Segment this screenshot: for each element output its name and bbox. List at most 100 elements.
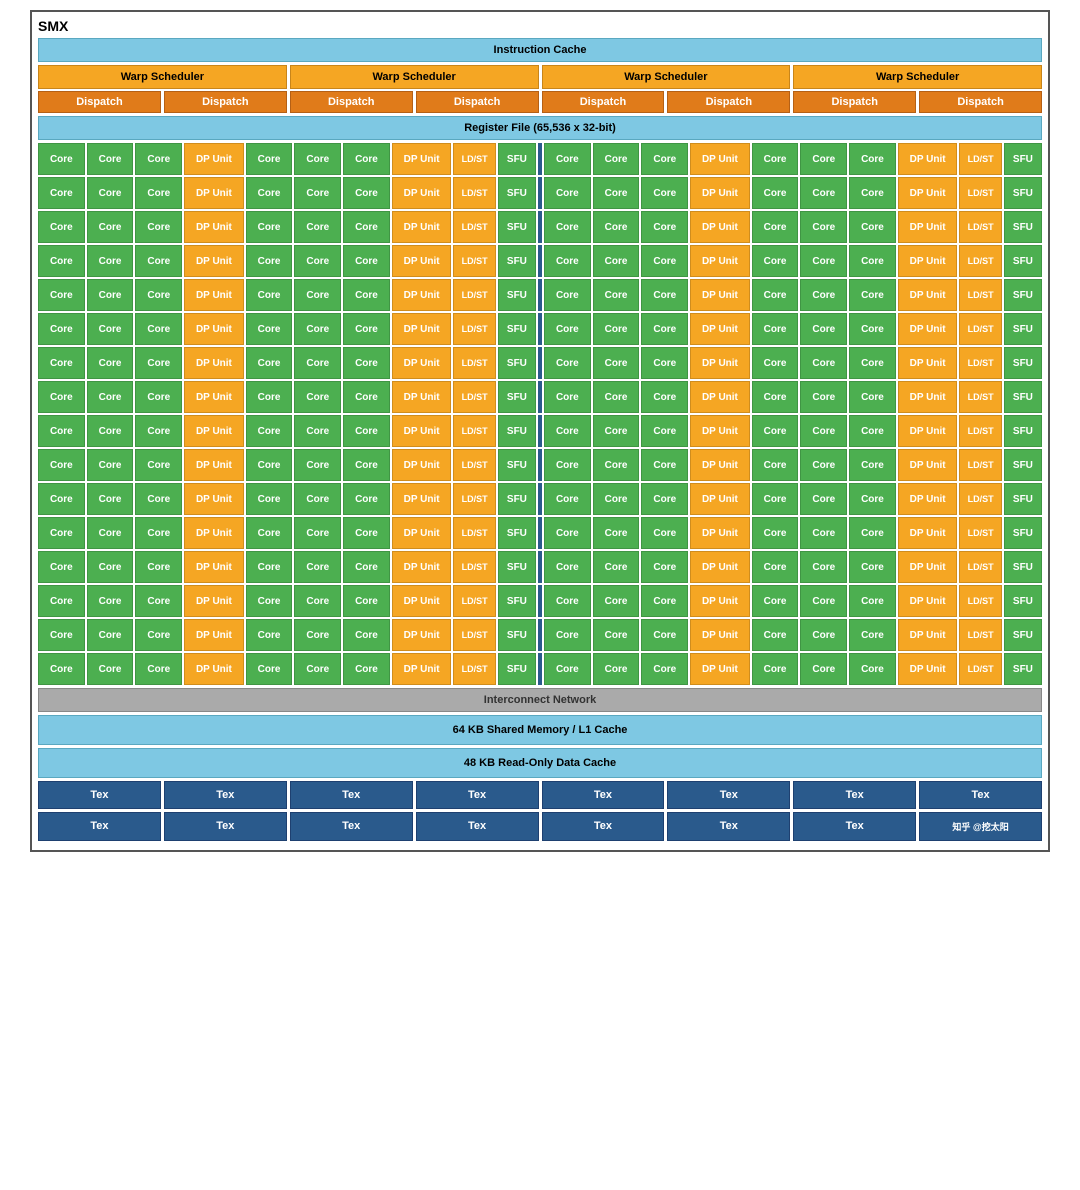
tex-unit: Tex xyxy=(416,781,539,809)
core-cell: Core xyxy=(641,517,688,549)
ldst-cell: LD/ST xyxy=(453,619,495,651)
dp-unit-cell: DP Unit xyxy=(898,653,958,685)
sfu-cell: SFU xyxy=(498,177,536,209)
core-cell: Core xyxy=(544,551,591,583)
group-separator xyxy=(538,415,542,447)
core-cell: Core xyxy=(294,177,341,209)
dispatch-8: Dispatch xyxy=(919,91,1042,113)
core-cell: Core xyxy=(38,143,85,175)
ldst-cell: LD/ST xyxy=(959,585,1001,617)
core-cell: Core xyxy=(752,313,799,345)
core-cell: Core xyxy=(135,245,182,277)
core-cell: Core xyxy=(800,517,847,549)
dp-unit-cell: DP Unit xyxy=(392,653,452,685)
core-row: Core Core Core DP Unit Core Core Core DP… xyxy=(38,415,1042,447)
core-cell: Core xyxy=(38,483,85,515)
dp-unit-cell: DP Unit xyxy=(184,483,244,515)
core-cell: Core xyxy=(593,653,640,685)
dp-unit-cell: DP Unit xyxy=(184,245,244,277)
group-separator xyxy=(538,653,542,685)
core-row: Core Core Core DP Unit Core Core Core DP… xyxy=(38,653,1042,685)
core-cell: Core xyxy=(87,143,134,175)
group-separator xyxy=(538,143,542,175)
core-cell: Core xyxy=(38,211,85,243)
core-cell: Core xyxy=(294,245,341,277)
core-cell: Core xyxy=(593,551,640,583)
sfu-cell: SFU xyxy=(1004,517,1042,549)
core-row: Core Core Core DP Unit Core Core Core DP… xyxy=(38,211,1042,243)
core-cell: Core xyxy=(641,449,688,481)
tex-unit: Tex xyxy=(290,812,413,841)
core-cell: Core xyxy=(294,381,341,413)
core-cell: Core xyxy=(800,347,847,379)
tex-watermark: 知乎 @挖太阳 xyxy=(919,812,1042,841)
group-separator xyxy=(538,347,542,379)
core-grid: Core Core Core DP Unit Core Core Core DP… xyxy=(38,143,1042,685)
dp-unit-cell: DP Unit xyxy=(898,551,958,583)
core-cell: Core xyxy=(752,143,799,175)
core-cell: Core xyxy=(294,585,341,617)
sfu-cell: SFU xyxy=(498,347,536,379)
sfu-cell: SFU xyxy=(498,653,536,685)
core-cell: Core xyxy=(246,483,293,515)
dp-unit-cell: DP Unit xyxy=(392,517,452,549)
dispatch-4: Dispatch xyxy=(416,91,539,113)
dp-unit-cell: DP Unit xyxy=(392,483,452,515)
core-cell: Core xyxy=(246,347,293,379)
core-cell: Core xyxy=(849,653,896,685)
dp-unit-cell: DP Unit xyxy=(184,313,244,345)
core-row: Core Core Core DP Unit Core Core Core DP… xyxy=(38,143,1042,175)
sfu-cell: SFU xyxy=(1004,449,1042,481)
core-cell: Core xyxy=(593,415,640,447)
core-cell: Core xyxy=(135,143,182,175)
core-cell: Core xyxy=(800,415,847,447)
core-cell: Core xyxy=(752,585,799,617)
core-cell: Core xyxy=(544,449,591,481)
ldst-cell: LD/ST xyxy=(959,279,1001,311)
core-cell: Core xyxy=(246,245,293,277)
ldst-cell: LD/ST xyxy=(453,313,495,345)
group-separator xyxy=(538,279,542,311)
ldst-cell: LD/ST xyxy=(959,177,1001,209)
core-cell: Core xyxy=(849,517,896,549)
core-cell: Core xyxy=(849,177,896,209)
core-cell: Core xyxy=(800,143,847,175)
core-cell: Core xyxy=(135,585,182,617)
dp-unit-cell: DP Unit xyxy=(392,177,452,209)
group-separator xyxy=(538,483,542,515)
dp-unit-cell: DP Unit xyxy=(690,245,750,277)
core-cell: Core xyxy=(544,143,591,175)
core-row: Core Core Core DP Unit Core Core Core DP… xyxy=(38,279,1042,311)
core-cell: Core xyxy=(135,313,182,345)
core-cell: Core xyxy=(87,245,134,277)
tex-unit: Tex xyxy=(164,812,287,841)
group-separator xyxy=(538,313,542,345)
instruction-cache: Instruction Cache xyxy=(38,38,1042,62)
group-separator xyxy=(538,245,542,277)
core-cell: Core xyxy=(87,347,134,379)
dp-unit-cell: DP Unit xyxy=(898,143,958,175)
core-cell: Core xyxy=(87,585,134,617)
core-cell: Core xyxy=(87,653,134,685)
group-separator xyxy=(538,551,542,583)
core-cell: Core xyxy=(246,619,293,651)
core-cell: Core xyxy=(87,211,134,243)
sfu-cell: SFU xyxy=(498,313,536,345)
dp-unit-cell: DP Unit xyxy=(392,381,452,413)
core-cell: Core xyxy=(246,381,293,413)
core-cell: Core xyxy=(593,211,640,243)
dp-unit-cell: DP Unit xyxy=(690,279,750,311)
smx-title: SMX xyxy=(38,18,1042,34)
tex-unit: Tex xyxy=(542,781,665,809)
core-cell: Core xyxy=(343,143,390,175)
dp-unit-cell: DP Unit xyxy=(690,177,750,209)
core-cell: Core xyxy=(87,415,134,447)
core-cell: Core xyxy=(294,313,341,345)
core-row: Core Core Core DP Unit Core Core Core DP… xyxy=(38,449,1042,481)
dp-unit-cell: DP Unit xyxy=(184,619,244,651)
core-cell: Core xyxy=(641,483,688,515)
core-cell: Core xyxy=(544,381,591,413)
sfu-cell: SFU xyxy=(1004,143,1042,175)
ldst-cell: LD/ST xyxy=(959,517,1001,549)
core-cell: Core xyxy=(593,245,640,277)
